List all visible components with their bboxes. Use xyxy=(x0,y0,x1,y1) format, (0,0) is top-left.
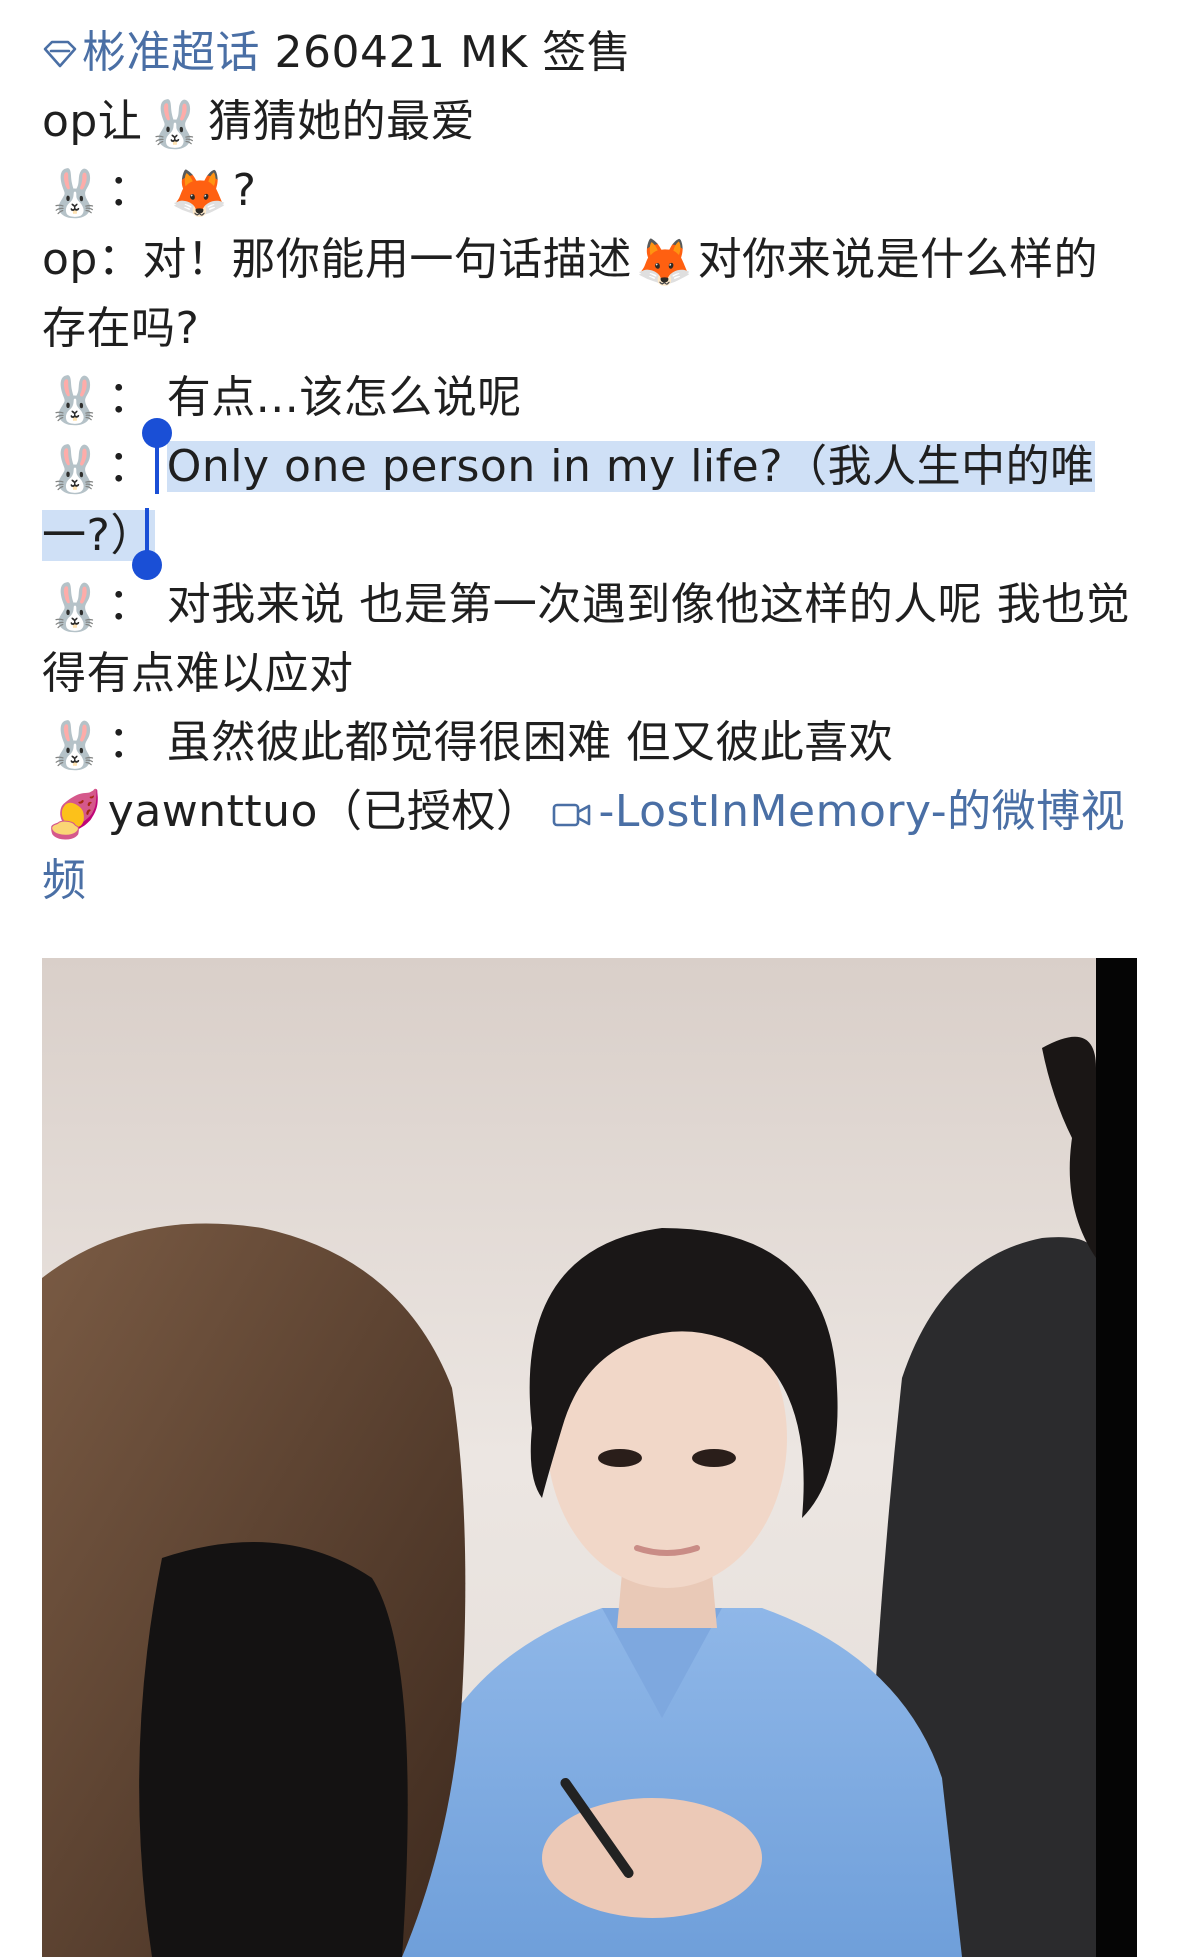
post-line-7: 🐰： 对我来说 也是第一次遇到像他这样的人呢 我也觉得有点难以应对 xyxy=(42,570,1140,708)
post-line-8: 🐰： 虽然彼此都觉得很困难 但又彼此喜欢 xyxy=(42,708,1140,777)
colon: ： xyxy=(107,165,153,216)
video-frame-photo xyxy=(42,958,1137,1957)
selection-end-handle[interactable] xyxy=(132,550,162,580)
post-line-6-selection[interactable]: 🐰： Only one person in my life?（我人生中的唯一?） xyxy=(42,418,1140,580)
fox-emoji: 🦊 xyxy=(170,166,229,220)
post-title-line: 彬准超话 260421 MK 签售 xyxy=(42,18,1140,87)
sweet-potato-emoji: 🍠 xyxy=(46,787,104,841)
credit-user: yawnttuo（已授权） xyxy=(107,786,541,837)
rabbit-emoji: 🐰 xyxy=(46,718,104,772)
post-title: 260421 MK 签售 xyxy=(274,27,632,78)
rabbit-emoji: 🐰 xyxy=(46,442,104,496)
line-text: ? xyxy=(232,165,257,216)
post-line-4: op：对！那你能用一句话描述🦊对你来说是什么样的存在吗? xyxy=(42,225,1140,363)
video-thumbnail[interactable] xyxy=(42,958,1137,1957)
colon: ： xyxy=(107,717,153,768)
line-text: op：对！那你能用一句话描述 xyxy=(42,234,632,285)
colon: ： xyxy=(107,579,153,630)
selection-start-handle[interactable] xyxy=(142,418,172,448)
rabbit-emoji: 🐰 xyxy=(46,373,104,427)
selected-text[interactable]: Only one person in my life?（我人生中的唯一?） xyxy=(42,441,1095,561)
line-text: 对我来说 也是第一次遇到像他这样的人呢 我也觉得有点难以应对 xyxy=(42,579,1131,699)
post-text: 彬准超话 260421 MK 签售 op让🐰猜猜她的最爱 🐰： 🦊? op：对！… xyxy=(42,18,1140,915)
line-text: 有点...该怎么说呢 xyxy=(166,372,522,423)
post-line-3: 🐰： 🦊? xyxy=(42,156,1140,225)
post-line-2: op让🐰猜猜她的最爱 xyxy=(42,87,1140,156)
video-camera-icon xyxy=(553,803,591,827)
post-line-5: 🐰： 有点...该怎么说呢 xyxy=(42,363,1140,432)
rabbit-emoji: 🐰 xyxy=(146,97,205,151)
line-text: op让 xyxy=(42,96,143,147)
fox-emoji: 🦊 xyxy=(635,235,694,289)
rabbit-emoji: 🐰 xyxy=(46,580,104,634)
diamond-icon xyxy=(43,40,77,68)
colon: ： xyxy=(107,441,153,492)
rabbit-emoji: 🐰 xyxy=(46,166,104,220)
topic-link[interactable]: 彬准超话 xyxy=(42,27,275,78)
topic-link-label[interactable]: 彬准超话 xyxy=(82,27,260,78)
post-credit-line: 🍠yawnttuo（已授权） -LostInMemory-的微博视频 xyxy=(42,777,1140,915)
line-text: 虽然彼此都觉得很困难 但又彼此喜欢 xyxy=(166,717,894,768)
line-text: 猜猜她的最爱 xyxy=(208,96,476,147)
colon: ： xyxy=(107,372,153,423)
